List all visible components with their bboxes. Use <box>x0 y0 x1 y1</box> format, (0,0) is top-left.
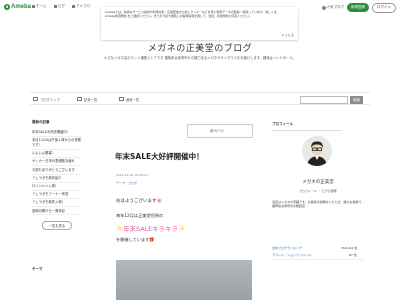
tab-articles-label: 記事一覧 <box>84 97 98 102</box>
article-sale-do: を開催しています🎁 <box>116 237 155 242</box>
tab-blog-top-label: ブログトップ <box>40 97 60 102</box>
profile-name[interactable]: メガネの正美堂 <box>272 179 364 185</box>
login-button[interactable]: ログイン <box>372 2 396 13</box>
article-sale-highlight: ✨ 年末SALEキラキラ ✨ <box>116 224 185 233</box>
nav-pigg[interactable]: ピグ <box>54 4 65 9</box>
signup-button[interactable]: 新規登録 <box>347 3 369 12</box>
close-icon: × <box>281 33 284 37</box>
blog-title[interactable]: メガネの正美堂のブログ <box>0 41 400 54</box>
article-photo <box>116 260 252 300</box>
article-theme-link[interactable]: ブログ <box>128 181 137 185</box>
avatar-illustration <box>302 136 332 166</box>
popular-blogs-link[interactable]: 人気ブログ <box>321 5 345 10</box>
avatar[interactable] <box>302 136 332 166</box>
tab-articles[interactable]: 記事一覧 <box>77 97 97 102</box>
nav-home-label: ホーム <box>36 4 47 8</box>
next-page-button[interactable]: 次ページ › <box>187 124 253 138</box>
article-theme-label: テーマ： <box>116 181 129 185</box>
recent-list-button[interactable]: 一覧を見る <box>42 221 72 231</box>
recent-article-item[interactable]: フェラガモ新作紹介 <box>32 175 82 183</box>
ranking-genre-value: 67 位 <box>349 253 357 257</box>
sparkle-icon: ✨ <box>178 225 185 232</box>
ranking-overall-label[interactable]: 全体ブログランキング <box>272 246 302 250</box>
recent-article-item[interactable]: 宮崎月曜から一周年記 <box>32 207 82 216</box>
recent-article-item[interactable]: サッカー日本代表惜敗お疲れ <box>32 158 82 167</box>
recent-article-item[interactable]: 本日12/10は午後１時からの営業です！ <box>32 137 82 150</box>
article-theme: テーマ：ブログ <box>116 181 137 185</box>
theme-section-title: テーマ <box>32 267 43 271</box>
recent-article-item[interactable]: 今週もありがとうございます <box>32 166 82 175</box>
article-greeting: おはようございます🌸 <box>116 199 163 204</box>
tab-blog-top[interactable]: ブログトップ <box>33 97 60 102</box>
recent-article-item[interactable]: フェラガモ新作入荷！ <box>32 199 82 208</box>
recent-article-item[interactable]: ロンジャン入荷！ <box>32 183 82 191</box>
article-title[interactable]: 年末SALE大好評開催中！ <box>115 151 204 162</box>
left-sidebar: 最新の記事 年末SALE大好評開催中！ 本日12/10は午後１時からの営業です！… <box>32 120 82 231</box>
article-sale-line: 毎年12月は正美堂恒例の <box>116 213 164 218</box>
ranking-genre-label[interactable]: アパレル・ショップ ジャンル <box>272 253 312 257</box>
ranking-overall-value: 150,012 位 <box>341 246 358 250</box>
nav-pigg-label: ピグ <box>58 4 65 8</box>
profile-title: プロフィール <box>272 122 293 126</box>
blog-search-input[interactable] <box>300 95 348 104</box>
blog-description: 小さなメガネ店のネット通販ストアです 福岡県太宰府市から魅力あるメガネやサングラ… <box>104 56 296 60</box>
profile-links[interactable]: プロフィール ・ ピグの部屋 <box>272 189 364 193</box>
ameba-logo[interactable]: a Ameba <box>4 3 31 11</box>
cookie-notice: Amebaでは、快適なサービス提供や利用分析、広告配信のためにクッキーなどを使い… <box>101 7 298 40</box>
recent-article-item[interactable]: フェラガモフーナー完成 <box>32 191 82 200</box>
nav-ameblo[interactable]: アメブロ <box>72 4 90 9</box>
popular-blogs-label: 人気ブログ <box>326 5 345 9</box>
profile-description: 当店はメガネの老舗です。お客様の信頼をいただき、確かな技術で...福岡県太宰府市… <box>272 200 365 209</box>
chevron-right-icon: › <box>210 128 212 134</box>
blog-tab-bar: ブログトップ 記事一覧 画像一覧 検索 <box>30 92 370 105</box>
article-date: 2022-12-09 16:09:11 <box>116 173 148 177</box>
cookie-notice-text: Amebaでは、快適なサービス提供や利用分析、広告配信のためにクッキーなどを使い… <box>105 10 277 19</box>
account-area: 人気ブログ 新規登録 ログイン <box>321 2 396 13</box>
article-sale-highlight-text: 年末SALEキラキラ <box>123 225 178 233</box>
article-list-icon <box>77 97 82 101</box>
cookie-close-label: とじる <box>284 33 294 37</box>
image-list-icon <box>119 97 124 101</box>
search-button[interactable]: 検索 <box>350 95 363 104</box>
ameba-logo-icon: a <box>4 4 10 10</box>
recent-article-item[interactable]: いよいよ開幕！ <box>32 150 82 159</box>
home-icon <box>32 5 35 8</box>
nav-ameblo-label: アメブロ <box>76 4 90 8</box>
blog-top-icon <box>33 97 38 101</box>
pigg-icon <box>54 5 57 8</box>
tab-images[interactable]: 画像一覧 <box>119 97 139 102</box>
ameba-logo-text: Ameba <box>11 4 32 10</box>
tab-images-label: 画像一覧 <box>126 97 140 102</box>
recent-articles-title: 最新の記事 <box>32 120 50 124</box>
cookie-close-button[interactable]: × とじる <box>281 33 294 37</box>
sparkle-icon: ✨ <box>116 225 123 232</box>
nav-home[interactable]: ホーム <box>32 4 46 9</box>
blog-icon <box>72 5 75 8</box>
user-icon <box>321 5 326 10</box>
recent-article-item[interactable]: 年末SALE大好評開催中！ <box>32 129 82 138</box>
